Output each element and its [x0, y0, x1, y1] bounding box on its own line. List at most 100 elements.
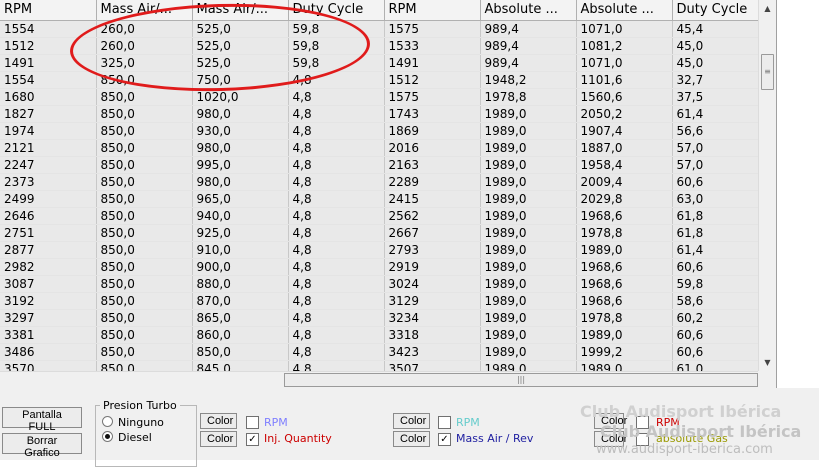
- table-cell: 4,8: [288, 292, 385, 310]
- table-row[interactable]: 2247 850,0 995,0 4,8 2163 1989,0 1958,4 57,0: [0, 156, 759, 174]
- table-cell: 850,0: [96, 241, 193, 259]
- table-cell: 1680: [0, 88, 97, 106]
- horizontal-scroll-thumb[interactable]: |||: [284, 373, 758, 387]
- table-cell: 3192: [0, 292, 97, 310]
- table-cell: 850,0: [96, 343, 193, 361]
- table-cell: 4,8: [288, 88, 385, 106]
- table-cell: 525,0: [192, 54, 289, 72]
- table-cell: 1101,6: [576, 71, 673, 89]
- table-cell: 1533: [384, 37, 481, 55]
- table-cell: 1989,0: [480, 258, 577, 276]
- table-cell: 1978,8: [576, 224, 673, 242]
- table-cell: 1958,4: [576, 156, 673, 174]
- table-cell: 850,0: [96, 224, 193, 242]
- table-cell: 59,8: [672, 275, 759, 293]
- table-cell: 4,8: [288, 275, 385, 293]
- color-button-1[interactable]: Color: [200, 413, 237, 429]
- column-header-4[interactable]: Duty Cycle: [288, 0, 385, 21]
- table-cell: 880,0: [192, 275, 289, 293]
- checkbox-inj-quantity[interactable]: ✓: [246, 433, 259, 446]
- table-cell: 1968,6: [576, 258, 673, 276]
- table-cell: 1071,0: [576, 54, 673, 72]
- table-cell: 3234: [384, 309, 481, 327]
- log-data-grid: RPM Mass Air/... Mass Air/... Duty Cycle RPM…: [0, 0, 777, 389]
- table-cell: 2646: [0, 207, 97, 225]
- column-header-3[interactable]: Mass Air/...: [192, 0, 289, 21]
- table-row[interactable]: 3381 850,0 860,0 4,8 3318 1989,0 1989,0 60,6: [0, 326, 759, 344]
- column-header-8[interactable]: Duty Cycle: [672, 0, 759, 21]
- vertical-scroll-thumb[interactable]: ≡: [761, 54, 774, 90]
- clear-graph-button[interactable]: Borrar Grafico: [2, 433, 82, 459]
- column-header-1[interactable]: RPM: [0, 0, 97, 21]
- table-row[interactable]: 3192 850,0 870,0 4,8 3129 1989,0 1968,6 58,6: [0, 292, 759, 310]
- table-cell: 850,0: [96, 190, 193, 208]
- table-cell: 4,8: [288, 173, 385, 191]
- table-row[interactable]: 2982 850,0 900,0 4,8 2919 1989,0 1968,6 60,6: [0, 258, 759, 276]
- horizontal-scrollbar[interactable]: |||: [0, 371, 758, 388]
- full-screen-button[interactable]: Pantalla FULL: [2, 407, 82, 433]
- table-cell: 260,0: [96, 20, 193, 38]
- column-header-6[interactable]: Absolute ...: [480, 0, 577, 21]
- table-cell: 750,0: [192, 71, 289, 89]
- radio-diesel[interactable]: Diesel: [102, 431, 152, 444]
- series-label-absolute-gas: absolute Gas: [656, 432, 728, 445]
- table-row[interactable]: 1554 260,0 525,0 59,8 1575 989,4 1071,0 45,4: [0, 20, 759, 38]
- checkbox-mass-air-rev[interactable]: ✓: [438, 433, 451, 446]
- table-cell: 37,5: [672, 88, 759, 106]
- checkbox-absolute-gas[interactable]: [636, 433, 649, 446]
- table-cell: 2751: [0, 224, 97, 242]
- table-cell: 2415: [384, 190, 481, 208]
- table-cell: 850,0: [96, 309, 193, 327]
- table-row[interactable]: 1491 325,0 525,0 59,8 1491 989,4 1071,0 45,0: [0, 54, 759, 72]
- scroll-down-arrow-icon[interactable]: ▼: [759, 354, 776, 371]
- table-cell: 4,8: [288, 258, 385, 276]
- table-cell: 1968,6: [576, 292, 673, 310]
- table-cell: 850,0: [96, 173, 193, 191]
- table-row[interactable]: 2373 850,0 980,0 4,8 2289 1989,0 2009,4 60,6: [0, 173, 759, 191]
- table-cell: 850,0: [96, 156, 193, 174]
- table-cell: 45,4: [672, 20, 759, 38]
- table-cell: 3423: [384, 343, 481, 361]
- checkbox-rpm-1[interactable]: [246, 416, 259, 429]
- table-row[interactable]: 1827 850,0 980,0 4,8 1743 1989,0 2050,2 61,4: [0, 105, 759, 123]
- table-row[interactable]: 2121 850,0 980,0 4,8 2016 1989,0 1887,0 57,0: [0, 139, 759, 157]
- log-data-table: RPM Mass Air/... Mass Air/... Duty Cycle RPM…: [0, 0, 759, 378]
- color-button-4[interactable]: Color: [393, 431, 430, 447]
- table-cell: 989,4: [480, 37, 577, 55]
- color-button-2[interactable]: Color: [200, 431, 237, 447]
- table-cell: 59,8: [288, 54, 385, 72]
- checkbox-rpm-3[interactable]: [636, 416, 649, 429]
- column-header-2[interactable]: Mass Air/...: [96, 0, 193, 21]
- table-row[interactable]: 3486 850,0 850,0 4,8 3423 1989,0 1999,2 60,6: [0, 343, 759, 361]
- table-row[interactable]: 1680 850,0 1020,0 4,8 1575 1978,8 1560,6 37,5: [0, 88, 759, 106]
- table-cell: 850,0: [96, 292, 193, 310]
- table-cell: 3318: [384, 326, 481, 344]
- table-row[interactable]: 2751 850,0 925,0 4,8 2667 1989,0 1978,8 61,8: [0, 224, 759, 242]
- table-cell: 1989,0: [480, 173, 577, 191]
- table-row[interactable]: 1512 260,0 525,0 59,8 1533 989,4 1081,2 45,0: [0, 37, 759, 55]
- color-button-5[interactable]: Color: [594, 413, 627, 429]
- table-cell: 4,8: [288, 105, 385, 123]
- column-header-7[interactable]: Absolute ...: [576, 0, 673, 21]
- table-cell: 3087: [0, 275, 97, 293]
- radio-ninguno[interactable]: Ninguno: [102, 416, 164, 429]
- table-row[interactable]: 1974 850,0 930,0 4,8 1869 1989,0 1907,4 56,6: [0, 122, 759, 140]
- table-row[interactable]: 2646 850,0 940,0 4,8 2562 1989,0 1968,6 61,8: [0, 207, 759, 225]
- color-button-6[interactable]: Color: [594, 431, 627, 447]
- table-cell: 3381: [0, 326, 97, 344]
- table-row[interactable]: 2877 850,0 910,0 4,8 2793 1989,0 1989,0 61,4: [0, 241, 759, 259]
- table-cell: 4,8: [288, 343, 385, 361]
- table-row[interactable]: 3297 850,0 865,0 4,8 3234 1989,0 1978,8 60,2: [0, 309, 759, 327]
- table-cell: 1907,4: [576, 122, 673, 140]
- table-row[interactable]: 2499 850,0 965,0 4,8 2415 1989,0 2029,8 63,0: [0, 190, 759, 208]
- radio-diesel-dot-icon: [102, 431, 113, 442]
- color-button-3[interactable]: Color: [393, 413, 430, 429]
- scroll-up-arrow-icon[interactable]: ▲: [759, 0, 776, 17]
- column-header-5[interactable]: RPM: [384, 0, 481, 21]
- table-row[interactable]: 3087 850,0 880,0 4,8 3024 1989,0 1968,6 59,8: [0, 275, 759, 293]
- table-cell: 2499: [0, 190, 97, 208]
- table-cell: 60,2: [672, 309, 759, 327]
- table-row[interactable]: 1554 850,0 750,0 4,8 1512 1948,2 1101,6 32,7: [0, 71, 759, 89]
- vertical-scrollbar[interactable]: ▲ ≡ ▼: [758, 0, 776, 371]
- checkbox-rpm-2[interactable]: [438, 416, 451, 429]
